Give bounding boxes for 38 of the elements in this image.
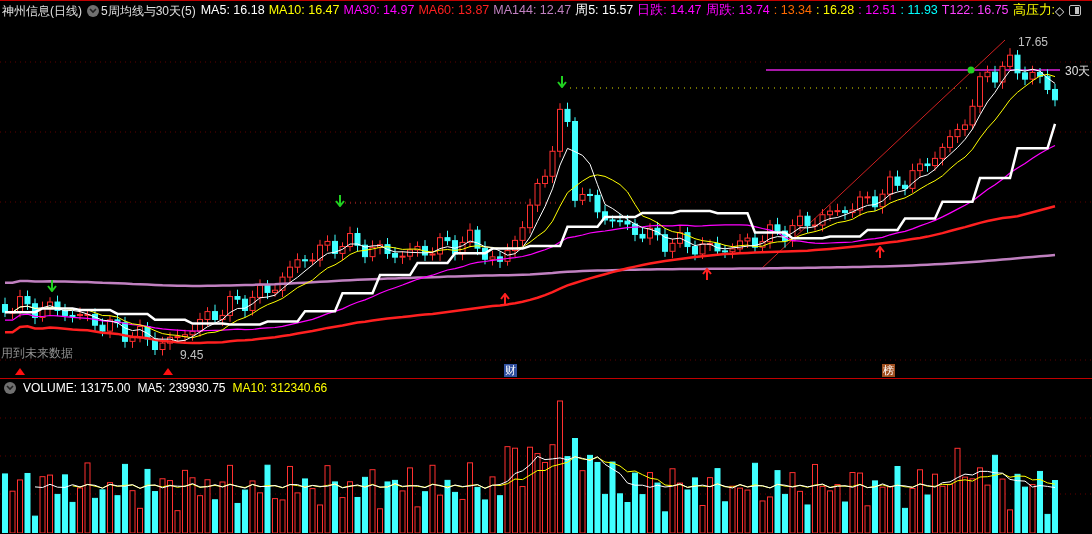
indicator-value: T122: 16.75 [941, 2, 1009, 20]
indicator-value: MA5: 16.18 [200, 2, 265, 20]
high-price-label: 17.65 [1018, 34, 1049, 51]
indicator-value: 周5: 15.57 [575, 2, 634, 20]
panel-toggle-icon[interactable] [1069, 5, 1081, 16]
indicator-value: MA60: 13.87 [418, 2, 490, 20]
indicator-value: 日跌: 14.47 [637, 2, 702, 20]
triangle-icon [163, 368, 173, 375]
down-arrow-icon [558, 76, 566, 87]
indicator-value: 周跌: 13.74 [705, 2, 770, 20]
up-arrow-icon [703, 269, 711, 280]
event-tag: 榜 [882, 364, 895, 377]
up-arrow-icon [876, 247, 884, 258]
volume-value: VOLUME: 13175.00 [23, 379, 131, 397]
volume-value: MA5: 239930.75 [137, 379, 226, 397]
indicator-value: MA10: 16.47 [268, 2, 340, 20]
diamond-glyph: ◇ [1055, 2, 1064, 20]
note-text: 用到未来数据 [1, 346, 73, 360]
down-arrow-icon [48, 280, 56, 291]
event-tag: 财 [504, 364, 517, 377]
down-arrow-icon [336, 195, 344, 206]
up-arrow-icon [501, 294, 509, 305]
low-price-label: 9.45 [180, 347, 204, 364]
indicator-name: 5周均线与30天(5) [101, 2, 196, 20]
indicator-value: MA30: 14.97 [343, 2, 415, 20]
triangle-icon [15, 368, 25, 375]
line-label: 30天 [1065, 63, 1091, 80]
dropdown-icon[interactable] [4, 381, 16, 394]
stock-title: 神州信息(日线) [2, 2, 82, 20]
indicator-value: 高压力: [1012, 2, 1055, 20]
dropdown-icon[interactable] [87, 4, 99, 17]
signal-dot [967, 66, 975, 74]
indicator-value: : 11.93 [900, 2, 938, 20]
indicator-value: : 12.51 [858, 2, 897, 20]
indicator-value: MA144: 12.47 [493, 2, 572, 20]
volume-value: MA10: 312340.66 [232, 379, 328, 397]
indicator-value: : 13.34 [773, 2, 813, 20]
indicator-value: : 16.28 [816, 2, 855, 20]
